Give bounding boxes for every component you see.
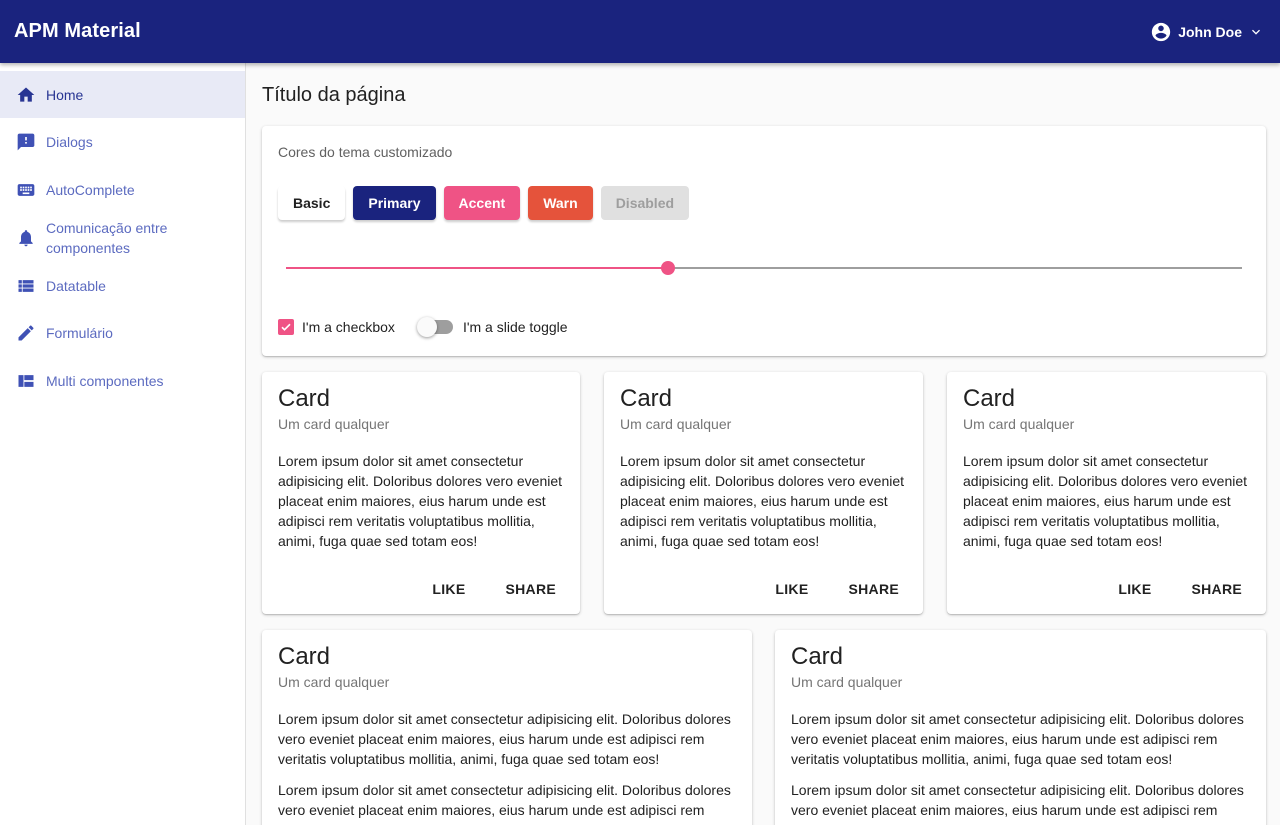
dashboard-icon	[16, 371, 36, 391]
card-subtitle: Um card qualquer	[791, 674, 903, 690]
card-paragraph: Lorem ipsum dolor sit amet consectetur a…	[278, 453, 563, 549]
card-paragraph: Lorem ipsum dolor sit amet consectetur a…	[791, 782, 1244, 825]
card-title: Card	[791, 643, 844, 670]
warn-button[interactable]: Warn	[528, 186, 593, 220]
account-circle-icon	[1150, 21, 1172, 43]
card-paragraph: Lorem ipsum dolor sit amet consectetur a…	[278, 711, 731, 767]
sidebar-item-label: Datatable	[46, 277, 106, 294]
page-title: Título da página	[262, 84, 406, 106]
card-title: Card	[963, 385, 1016, 412]
sidebar-nav: Home Dialogs AutoComplete Comunicação en…	[0, 63, 246, 825]
card-subtitle: Um card qualquer	[620, 416, 732, 432]
top-toolbar: APM Material John Doe	[0, 0, 1280, 63]
share-button[interactable]: SHARE	[832, 572, 915, 606]
sidebar-item-label: Home	[46, 86, 84, 103]
primary-button[interactable]: Primary	[353, 186, 436, 220]
chevron-down-icon	[1248, 24, 1264, 40]
app-title: APM Material	[14, 20, 141, 42]
card-subtitle: Um card qualquer	[278, 416, 390, 432]
disabled-button: Disabled	[600, 186, 690, 220]
like-button[interactable]: LIKE	[416, 572, 481, 606]
card-content: Lorem ipsum dolor sit amet consectetur a…	[278, 709, 736, 825]
share-button[interactable]: SHARE	[1175, 572, 1258, 606]
slider-fill	[286, 267, 669, 269]
card-title: Card	[278, 385, 331, 412]
basic-button[interactable]: Basic	[278, 186, 346, 220]
card-subtitle: Um card qualquer	[963, 416, 1075, 432]
sidebar-item-comunicacao[interactable]: Comunicação entre componentes	[0, 214, 245, 262]
sidebar-item-home[interactable]: Home	[0, 71, 245, 118]
accent-button[interactable]: Accent	[443, 186, 521, 220]
bell-icon	[16, 228, 36, 248]
slider-thumb[interactable]	[661, 261, 676, 275]
card-content: Lorem ipsum dolor sit amet consectetur a…	[278, 451, 564, 551]
card: Card Um card qualquer Lorem ipsum dolor …	[947, 372, 1266, 614]
card: Card Um card qualquer Lorem ipsum dolor …	[262, 372, 580, 614]
sidebar-item-label: Multi componentes	[46, 373, 164, 389]
card-actions: LIKE SHARE	[1102, 572, 1258, 606]
list-icon	[16, 276, 36, 296]
panel-title: Cores do tema customizado	[278, 144, 453, 160]
main-content: Título da página Cores do tema customiza…	[246, 63, 1280, 825]
slider[interactable]	[286, 260, 1242, 276]
slide-toggle[interactable]: I'm a slide toggle	[416, 317, 568, 337]
checkmark-icon	[278, 319, 294, 335]
pencil-icon	[16, 323, 36, 343]
card-title: Card	[620, 385, 673, 412]
like-button[interactable]: LIKE	[759, 572, 824, 606]
slide-toggle-label: I'm a slide toggle	[462, 319, 568, 335]
feedback-icon	[16, 132, 36, 152]
card-paragraph: Lorem ipsum dolor sit amet consectetur a…	[620, 453, 905, 549]
card-paragraph: Lorem ipsum dolor sit amet consectetur a…	[791, 711, 1244, 767]
sidebar-item-autocomplete[interactable]: AutoComplete	[0, 166, 245, 214]
card: Card Um card qualquer Lorem ipsum dolor …	[604, 372, 923, 614]
checkbox[interactable]: I'm a checkbox	[278, 319, 395, 335]
user-name: John Doe	[1178, 23, 1242, 40]
card-actions: LIKE SHARE	[416, 572, 572, 606]
keyboard-icon	[16, 180, 36, 200]
controls-row: I'm a checkbox I'm a slide toggle	[278, 317, 568, 337]
checkbox-label: I'm a checkbox	[302, 319, 395, 335]
share-button[interactable]: SHARE	[489, 572, 572, 606]
sidebar-item-dialogs[interactable]: Dialogs	[0, 118, 245, 166]
sidebar-item-label: Formulário	[46, 325, 113, 341]
theme-colors-panel: Cores do tema customizado Basic Primary …	[262, 126, 1266, 356]
card-paragraph: Lorem ipsum dolor sit amet consectetur a…	[963, 453, 1248, 549]
card-content: Lorem ipsum dolor sit amet consectetur a…	[791, 709, 1250, 825]
card-actions: LIKE SHARE	[759, 572, 915, 606]
sidebar-item-formulario[interactable]: Formulário	[0, 309, 245, 357]
sidebar-item-label: Dialogs	[46, 134, 93, 150]
card: Card Um card qualquer Lorem ipsum dolor …	[775, 630, 1266, 825]
card-title: Card	[278, 643, 331, 670]
button-row: Basic Primary Accent Warn Disabled	[278, 186, 690, 220]
sidebar-item-label: Comunicação entre componentes	[46, 220, 168, 256]
sidebar-item-label: AutoComplete	[46, 182, 135, 198]
card-content: Lorem ipsum dolor sit amet consectetur a…	[963, 451, 1250, 551]
sidebar-item-datatable[interactable]: Datatable	[0, 262, 245, 309]
toggle-track	[416, 317, 453, 337]
sidebar-item-multi-componentes[interactable]: Multi componentes	[0, 357, 245, 405]
card-content: Lorem ipsum dolor sit amet consectetur a…	[620, 451, 907, 551]
toggle-thumb	[416, 317, 437, 337]
card-paragraph: Lorem ipsum dolor sit amet consectetur a…	[278, 782, 731, 825]
home-icon	[16, 85, 36, 105]
card-subtitle: Um card qualquer	[278, 674, 390, 690]
like-button[interactable]: LIKE	[1102, 572, 1167, 606]
user-menu-button[interactable]: John Doe	[1150, 21, 1266, 43]
card: Card Um card qualquer Lorem ipsum dolor …	[262, 630, 752, 825]
